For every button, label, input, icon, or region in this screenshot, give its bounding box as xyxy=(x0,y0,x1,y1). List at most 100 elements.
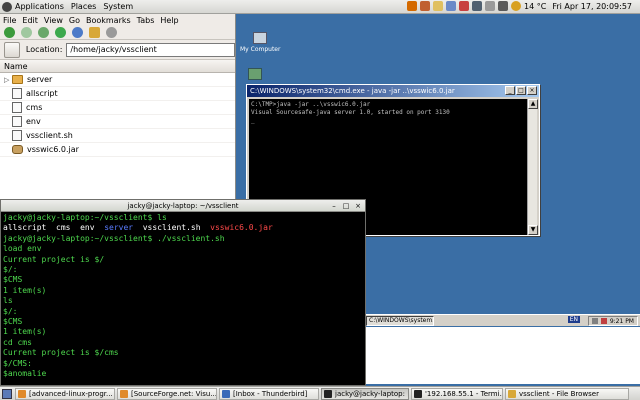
minimize-button[interactable]: – xyxy=(330,202,338,210)
show-desktop-icon[interactable] xyxy=(2,388,12,399)
menu-file[interactable]: File xyxy=(3,16,16,25)
list-item[interactable]: ▷ server xyxy=(0,73,235,87)
menu-go[interactable]: Go xyxy=(69,16,80,25)
up-icon[interactable] xyxy=(38,27,49,38)
tray-shield-icon[interactable] xyxy=(600,318,607,324)
terminal-line: cd cms xyxy=(3,337,32,347)
menu-tabs[interactable]: Tabs xyxy=(137,16,155,25)
task-label: vssclient - File Browser xyxy=(519,389,599,398)
menu-view[interactable]: View xyxy=(44,16,63,25)
gnome-foot-icon[interactable] xyxy=(2,1,12,12)
terminal-line: $/: xyxy=(3,265,18,275)
terminal-title-bar[interactable]: jacky@jacky-laptop: ~/vssclient – □ × xyxy=(1,200,365,212)
tray-network-icon[interactable] xyxy=(591,318,598,324)
forward-icon[interactable] xyxy=(21,27,32,38)
menu-system[interactable]: System xyxy=(103,2,133,11)
terminal-line: load env xyxy=(3,244,42,254)
bottom-panel: [advanced-linux-progr... [SourceForge.ne… xyxy=(0,386,640,400)
menu-edit[interactable]: Edit xyxy=(22,16,38,25)
task-label: [Inbox - Thunderbird] xyxy=(233,389,308,398)
file-name: cms xyxy=(26,103,43,112)
column-header-name[interactable]: Name xyxy=(0,60,235,73)
list-item[interactable]: vsswic6.0.jar xyxy=(0,143,235,157)
cmd-cursor: _ xyxy=(251,117,255,124)
close-button[interactable]: × xyxy=(527,86,537,95)
terminal-icon xyxy=(324,389,332,398)
expander-icon[interactable]: ▷ xyxy=(4,76,12,84)
maximize-button[interactable]: □ xyxy=(516,86,526,95)
network-icon[interactable] xyxy=(485,1,496,11)
taskbar-item[interactable]: [SourceForge.net: Visu... xyxy=(117,387,217,400)
terminal-line: jacky@jacky-laptop:~/vssclient$ ls xyxy=(3,213,167,222)
desktop-icon-my-computer[interactable]: My Computer xyxy=(240,32,280,53)
language-indicator[interactable]: EN xyxy=(567,316,580,323)
temperature[interactable]: 14 °C xyxy=(524,2,546,11)
edit-location-button[interactable] xyxy=(4,41,20,58)
close-button[interactable]: × xyxy=(354,202,362,210)
computer-icon[interactable] xyxy=(72,27,83,38)
windows-clock[interactable]: 9:21 PM xyxy=(610,318,634,325)
taskbar-item[interactable]: [Inbox - Thunderbird] xyxy=(219,387,319,400)
menu-places[interactable]: Places xyxy=(71,2,96,11)
location-input[interactable]: /home/jacky/vssclient xyxy=(66,42,235,57)
taskbar-item-active[interactable]: jacky@jacky-laptop: ... xyxy=(321,387,409,400)
terminal-line: Current project is $/cms xyxy=(3,348,119,358)
taskbar-item[interactable]: '192.168.55.1 - Termi... xyxy=(411,387,503,400)
windows-task-cmd[interactable]: C:\WINDOWS\system... xyxy=(366,315,434,326)
terminal-output[interactable]: jacky@jacky-laptop:~/vssclient$ ls allscr… xyxy=(1,212,365,381)
ls-entry: server xyxy=(104,223,134,233)
minimize-button[interactable]: _ xyxy=(505,86,515,95)
scroll-down-arrow-icon[interactable]: ▼ xyxy=(528,225,538,235)
help-launcher-icon[interactable] xyxy=(459,1,470,11)
terminal-line: $anomalie xyxy=(3,369,47,379)
cmd-line: Visual Sourcesafe-java server 1.0, start… xyxy=(251,109,450,116)
file-browser-window: File Edit View Go Bookmarks Tabs Help Lo… xyxy=(0,14,236,204)
menu-bookmarks[interactable]: Bookmarks xyxy=(86,16,131,25)
reload-icon[interactable] xyxy=(89,27,100,38)
taskbar-item[interactable]: [advanced-linux-progr... xyxy=(15,387,115,400)
clock[interactable]: Fri Apr 17, 20:09:57 xyxy=(552,2,632,11)
firefox-launcher-icon[interactable] xyxy=(407,1,418,11)
file-list: ▷ server allscript cms env vssclient.sh xyxy=(0,73,235,203)
terminal-line: $/: xyxy=(3,306,18,316)
desktop-icon-recycle-bin[interactable] xyxy=(248,68,262,82)
location-bar: Location: /home/jacky/vssclient xyxy=(0,40,235,60)
file-browser-toolbar xyxy=(0,26,235,40)
terminal-icon xyxy=(414,389,422,398)
back-icon[interactable] xyxy=(4,27,15,38)
list-item[interactable]: vssclient.sh xyxy=(0,129,235,143)
home-icon[interactable] xyxy=(55,27,66,38)
script-file-icon xyxy=(12,130,22,141)
list-item[interactable]: allscript xyxy=(0,87,235,101)
file-name: server xyxy=(27,75,53,84)
script-file-icon xyxy=(12,102,22,113)
task-label: '192.168.55.1 - Termi... xyxy=(425,389,503,398)
scroll-up-arrow-icon[interactable]: ▲ xyxy=(528,99,538,109)
app-launcher-icon[interactable] xyxy=(420,1,431,11)
folder-icon xyxy=(12,75,23,84)
ls-entry: env xyxy=(80,223,95,233)
terminal-line: 1 item(s) xyxy=(3,285,47,295)
cmd-title-bar[interactable]: C:\WINDOWS\system32\cmd.exe - java -jar … xyxy=(247,85,539,97)
maximize-button[interactable]: □ xyxy=(342,202,350,210)
firefox-icon xyxy=(120,389,128,398)
taskbar-item[interactable]: vssclient - File Browser xyxy=(505,387,629,400)
recycle-bin-icon xyxy=(248,68,262,80)
menu-applications[interactable]: Applications xyxy=(15,2,64,11)
text-editor-launcher-icon[interactable] xyxy=(446,1,457,11)
cmd-line: C:\TMP>java -jar ..\vsswic6.0.jar xyxy=(251,101,371,108)
cmd-scrollbar[interactable]: ▲ ▼ xyxy=(527,99,538,235)
search-icon[interactable] xyxy=(106,27,117,38)
tray: 14 °C Fri Apr 17, 20:09:57 xyxy=(407,1,638,11)
volume-icon[interactable] xyxy=(498,1,509,11)
list-item[interactable]: cms xyxy=(0,101,235,115)
jar-file-icon xyxy=(12,145,23,154)
terminal-launcher-icon[interactable] xyxy=(472,1,483,11)
file-name: vsswic6.0.jar xyxy=(27,145,79,154)
file-browser-menubar: File Edit View Go Bookmarks Tabs Help xyxy=(0,14,235,26)
mail-launcher-icon[interactable] xyxy=(433,1,444,11)
menu-help[interactable]: Help xyxy=(160,16,178,25)
terminal-line: ls xyxy=(3,296,13,306)
list-item[interactable]: env xyxy=(0,115,235,129)
file-name: allscript xyxy=(26,89,58,98)
